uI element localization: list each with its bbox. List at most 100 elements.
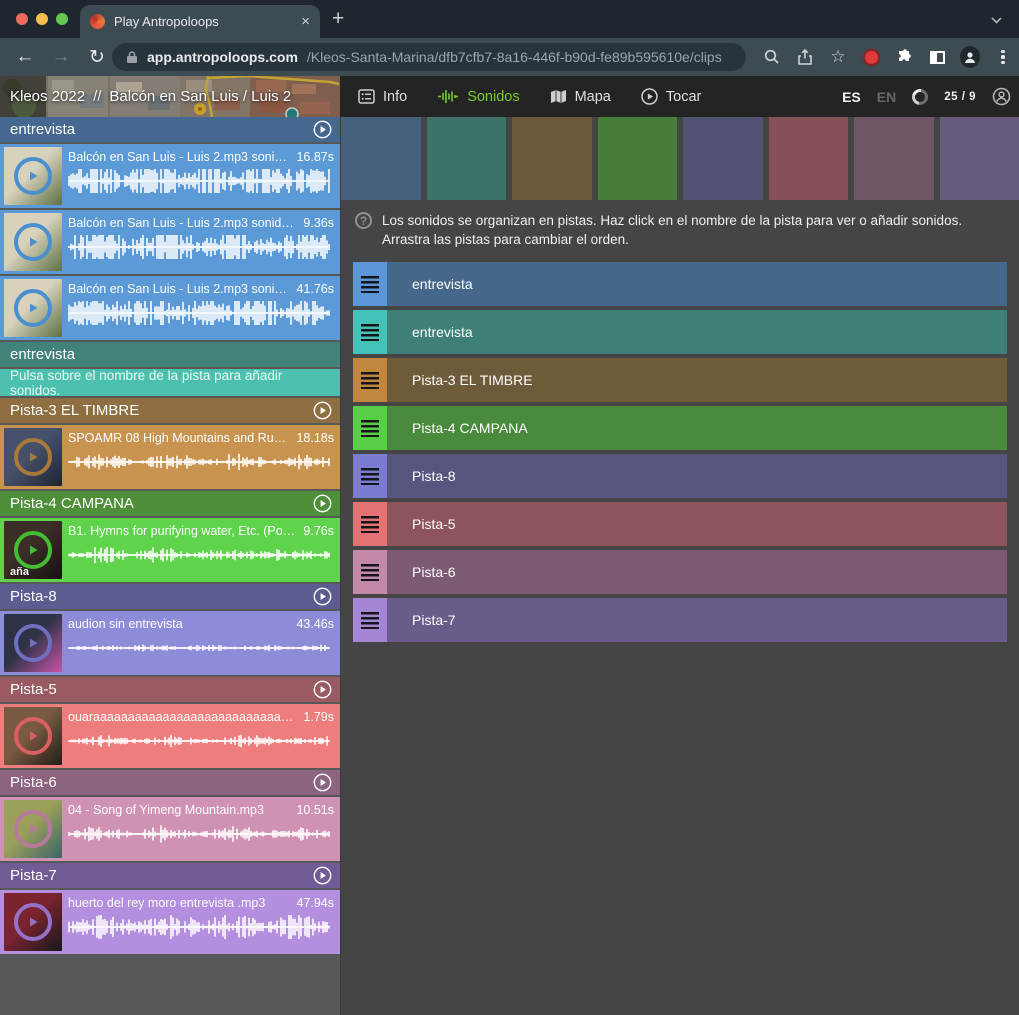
back-button[interactable]: ← — [14, 46, 36, 68]
track-row-label: Pista-5 — [412, 516, 456, 532]
bookmark-star-icon[interactable]: ☆ — [828, 47, 848, 67]
audio-clip[interactable]: Balcón en San Luis - Luis 2.mp3 sonido h… — [0, 144, 340, 208]
track-row[interactable]: Pista-8 — [353, 454, 1007, 498]
track-row-body[interactable]: entrevista — [387, 262, 1007, 306]
track-row[interactable]: entrevista — [353, 262, 1007, 306]
track-header[interactable]: Pista-8 — [0, 584, 340, 609]
track-play-button[interactable] — [313, 587, 332, 606]
track-row-body[interactable]: Pista-8 — [387, 454, 1007, 498]
track-header[interactable]: entrevista — [0, 117, 340, 142]
clip-duration: 18.18s — [296, 431, 334, 445]
extensions-puzzle-icon[interactable] — [894, 47, 914, 67]
drag-handle[interactable] — [353, 550, 387, 594]
track-column[interactable] — [341, 117, 421, 200]
clip-play-button[interactable] — [14, 289, 52, 327]
track-row-label: Pista-3 EL TIMBRE — [412, 372, 533, 388]
nav-label-mapa: Mapa — [575, 89, 611, 105]
waveform — [68, 821, 330, 847]
track-row-body[interactable]: Pista-6 — [387, 550, 1007, 594]
nav-item-info[interactable]: Info — [358, 89, 407, 105]
minimize-window-button[interactable] — [36, 13, 48, 25]
track-row-list: entrevista entrevista Pista-3 EL TIMBRE … — [353, 262, 1007, 642]
map-thumbnail[interactable]: Kleos 2022 // Balcón en San Luis / Luis … — [0, 76, 340, 117]
track-row[interactable]: Pista-5 — [353, 502, 1007, 546]
zoom-search-icon[interactable] — [762, 47, 782, 67]
drag-handle[interactable] — [353, 502, 387, 546]
audio-clip[interactable]: ouaraaaaaaaaaaaaaaaaaaaaaaaaaaaaaaaaaa..… — [0, 704, 340, 768]
profile-avatar[interactable] — [960, 47, 980, 67]
clip-play-button[interactable] — [14, 438, 52, 476]
track-play-button[interactable] — [313, 773, 332, 792]
track-play-button[interactable] — [313, 401, 332, 420]
drag-handle[interactable] — [353, 358, 387, 402]
side-panel-icon[interactable] — [927, 47, 947, 67]
track-header[interactable]: Pista-6 — [0, 770, 340, 795]
track-row[interactable]: entrevista — [353, 310, 1007, 354]
breadcrumb-project[interactable]: Kleos 2022 — [10, 88, 85, 105]
drag-handle[interactable] — [353, 454, 387, 498]
track-row-body[interactable]: Pista-7 — [387, 598, 1007, 642]
nav-item-tocar[interactable]: Tocar — [641, 88, 701, 105]
drag-handle[interactable] — [353, 406, 387, 450]
track-play-button[interactable] — [313, 680, 332, 699]
clip-play-button[interactable] — [14, 624, 52, 662]
track-row-body[interactable]: Pista-5 — [387, 502, 1007, 546]
track-header[interactable]: Pista-3 EL TIMBRE — [0, 398, 340, 423]
track-column[interactable] — [427, 117, 507, 200]
track-column[interactable] — [854, 117, 934, 200]
close-window-button[interactable] — [16, 13, 28, 25]
track-header[interactable]: Pista-5 — [0, 677, 340, 702]
tab-close-icon[interactable]: × — [301, 13, 310, 30]
clip-play-button[interactable] — [14, 717, 52, 755]
clip-play-button[interactable] — [14, 223, 52, 261]
language-es[interactable]: ES — [842, 89, 861, 105]
track-header[interactable]: Pista-7 — [0, 863, 340, 888]
audio-clip[interactable]: SPOAMR 08 High Mountains and Running ...… — [0, 425, 340, 489]
browser-tab[interactable]: Play Antropoloops × — [80, 5, 320, 38]
browser-menu-icon[interactable] — [993, 47, 1013, 67]
track-column[interactable] — [683, 117, 763, 200]
track-column[interactable] — [940, 117, 1019, 200]
audio-clip[interactable]: Balcón en San Luis - Luis 2.mp3 sonido h… — [0, 210, 340, 274]
track-row[interactable]: Pista-3 EL TIMBRE — [353, 358, 1007, 402]
thumbnail-caption: aña — [10, 566, 29, 578]
nav-item-mapa[interactable]: Mapa — [550, 89, 611, 105]
track-row-body[interactable]: Pista-3 EL TIMBRE — [387, 358, 1007, 402]
nav-item-sonidos[interactable]: Sonidos — [437, 89, 519, 105]
audio-clip[interactable]: aña B1. Hymns for purifying water, Etc. … — [0, 518, 340, 582]
track-play-button[interactable] — [313, 494, 332, 513]
address-bar[interactable]: app.antropoloops.com/Kleos-Santa-Marina/… — [112, 43, 746, 71]
clip-play-button[interactable] — [14, 903, 52, 941]
recording-extension-icon[interactable] — [861, 47, 881, 67]
track-play-button[interactable] — [313, 120, 332, 139]
zoom-window-button[interactable] — [56, 13, 68, 25]
language-en[interactable]: EN — [877, 89, 896, 105]
audio-clip[interactable]: huerto del rey moro entrevista .mp3 47.9… — [0, 890, 340, 954]
new-tab-button[interactable]: + — [332, 8, 344, 29]
track-play-button[interactable] — [313, 866, 332, 885]
clip-play-button[interactable] — [14, 810, 52, 848]
audio-clip[interactable]: audion sin entrevista 43.46s — [0, 611, 340, 675]
track-row-body[interactable]: Pista-4 CAMPANA — [387, 406, 1007, 450]
drag-handle[interactable] — [353, 310, 387, 354]
drag-handle[interactable] — [353, 598, 387, 642]
audio-clip[interactable]: Balcón en San Luis - Luis 2.mp3 sonido h… — [0, 276, 340, 340]
clip-play-button[interactable] — [14, 157, 52, 195]
audio-clip[interactable]: 04 - Song of Yimeng Mountain.mp3 10.51s — [0, 797, 340, 861]
account-icon[interactable] — [992, 87, 1011, 106]
track-row[interactable]: Pista-4 CAMPANA — [353, 406, 1007, 450]
drag-handle[interactable] — [353, 262, 387, 306]
waveform — [68, 635, 330, 661]
clip-play-button[interactable] — [14, 531, 52, 569]
track-header[interactable]: entrevista — [0, 342, 340, 367]
track-column[interactable] — [512, 117, 592, 200]
track-row-body[interactable]: entrevista — [387, 310, 1007, 354]
track-row[interactable]: Pista-6 — [353, 550, 1007, 594]
track-column[interactable] — [598, 117, 678, 200]
reload-button[interactable]: ↻ — [86, 46, 108, 69]
tab-search-chevron-icon[interactable] — [991, 13, 1001, 23]
track-row[interactable]: Pista-7 — [353, 598, 1007, 642]
track-header[interactable]: Pista-4 CAMPANA — [0, 491, 340, 516]
track-column[interactable] — [769, 117, 849, 200]
share-icon[interactable] — [795, 47, 815, 67]
